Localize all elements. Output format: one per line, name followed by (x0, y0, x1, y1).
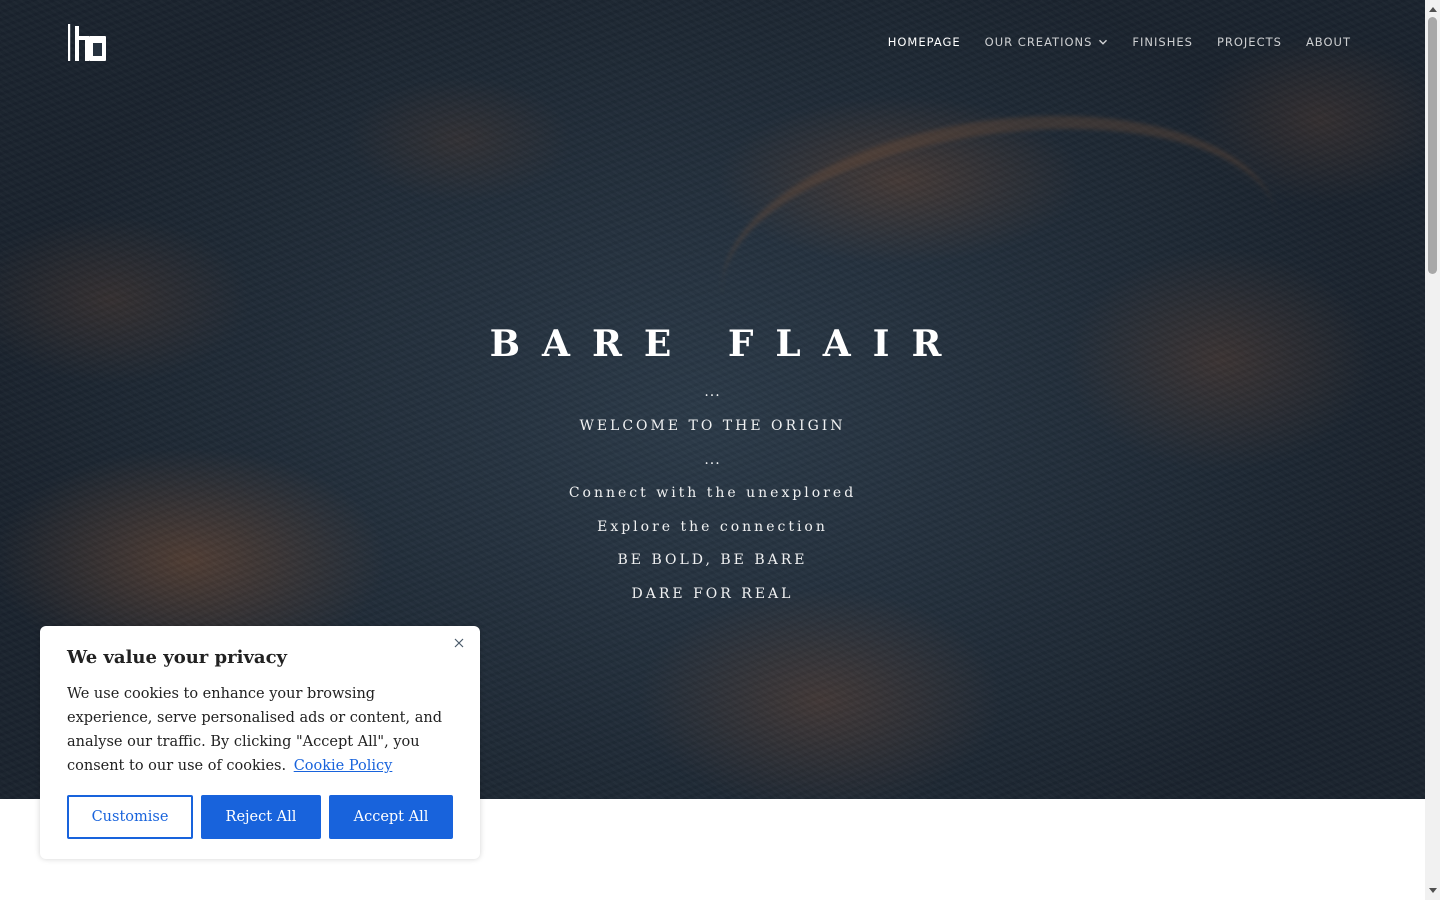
reject-all-button[interactable]: Reject All (201, 795, 321, 839)
nav-projects[interactable]: PROJECTS (1217, 34, 1282, 50)
nav-our-creations-label: OUR CREATIONS (984, 35, 1093, 49)
nav-finishes[interactable]: FINISHES (1132, 34, 1193, 50)
hero-ellipsis-bottom: ... (704, 452, 721, 468)
cookie-description: We use cookies to enhance your browsing … (67, 682, 459, 778)
main-nav: HOMEPAGE OUR CREATIONS FINISHES PROJECTS… (864, 34, 1351, 50)
bare-flair-logo-icon (68, 24, 106, 61)
nav-finishes-label: FINISHES (1132, 35, 1193, 49)
nav-our-creations[interactable]: OUR CREATIONS (985, 34, 1109, 50)
hero-tagline: WELCOME TO THE ORIGIN (579, 418, 846, 434)
nav-homepage-label: HOMEPAGE (887, 35, 961, 49)
nav-about-label: ABOUT (1305, 35, 1351, 49)
cookie-consent-banner: We value your privacy We use cookies to … (40, 626, 480, 859)
cookie-policy-link[interactable]: Cookie Policy (294, 758, 393, 774)
customise-button[interactable]: Customise (67, 795, 193, 839)
nav-homepage[interactable]: HOMEPAGE (888, 34, 961, 50)
cookie-close-button[interactable] (452, 636, 466, 650)
hero-line-bold: BE BOLD, BE BARE (617, 552, 808, 568)
page-scrollbar[interactable] (1425, 0, 1440, 900)
nav-about[interactable]: ABOUT (1306, 34, 1351, 50)
hero-line-connect: Connect with the unexplored (568, 485, 857, 501)
scroll-up-arrow-icon[interactable] (1425, 2, 1440, 16)
nav-projects-label: PROJECTS (1216, 35, 1282, 49)
close-icon (454, 638, 464, 648)
site-logo[interactable] (68, 24, 106, 61)
hero-title: BARE FLAIR (489, 323, 964, 365)
cookie-title: We value your privacy (67, 647, 287, 668)
scrollbar-thumb[interactable] (1428, 17, 1437, 274)
chevron-down-icon (1099, 39, 1108, 45)
hero-ellipsis-top: ... (704, 384, 721, 400)
accept-all-button[interactable]: Accept All (329, 795, 453, 839)
hero-line-dare: DARE FOR REAL (631, 586, 794, 602)
scroll-down-arrow-icon[interactable] (1425, 884, 1440, 898)
hero-line-explore: Explore the connection (597, 519, 828, 535)
page: HOMEPAGE OUR CREATIONS FINISHES PROJECTS… (0, 0, 1440, 900)
